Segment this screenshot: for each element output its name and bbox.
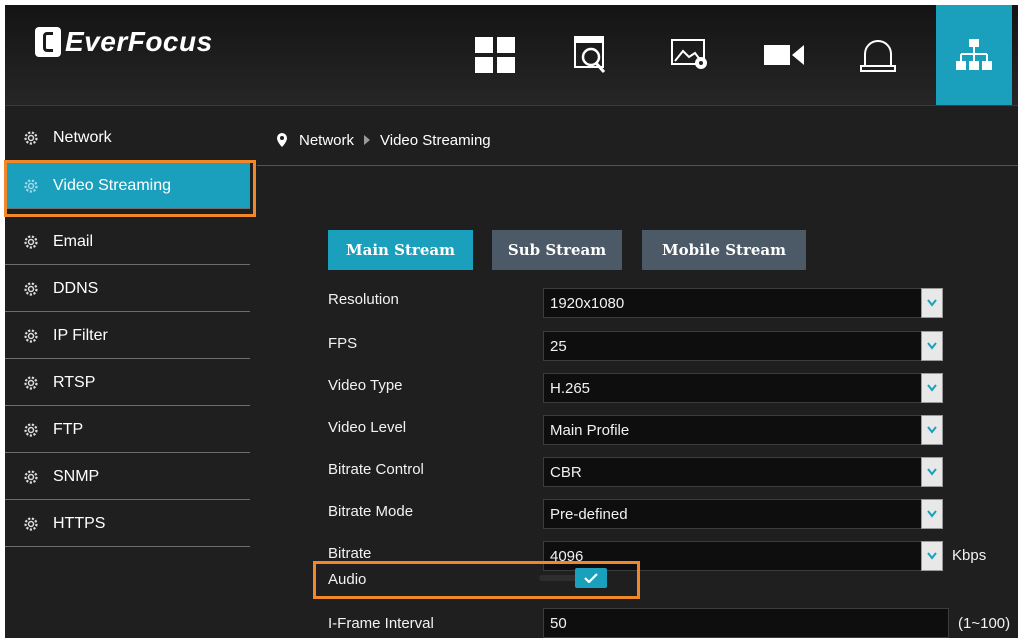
sidebar-item-ip-filter[interactable]: IP Filter bbox=[5, 313, 250, 359]
gear-icon bbox=[23, 130, 39, 146]
video-type-label: Video Type bbox=[328, 377, 403, 394]
sidebar-item-ftp[interactable]: FTP bbox=[5, 407, 250, 453]
sidebar-item-label: Email bbox=[53, 232, 94, 250]
sidebar-item-email[interactable]: Email bbox=[5, 219, 250, 265]
chevron-down-icon bbox=[927, 384, 937, 392]
gear-icon bbox=[23, 469, 39, 485]
video-level-dropdown-button[interactable] bbox=[921, 415, 943, 445]
video-level-select[interactable]: Main Profile bbox=[543, 415, 943, 445]
toggle-track bbox=[539, 575, 579, 581]
top-header: EverFocus bbox=[5, 5, 1018, 106]
gear-icon bbox=[23, 234, 39, 250]
chevron-down-icon bbox=[927, 552, 937, 560]
sidebar-item-label: FTP bbox=[53, 420, 84, 438]
gear-icon bbox=[23, 375, 39, 391]
video-level-label: Video Level bbox=[328, 419, 407, 436]
chevron-down-icon bbox=[927, 299, 937, 307]
sidebar-item-label: IP Filter bbox=[53, 326, 108, 344]
fps-label: FPS bbox=[328, 335, 358, 352]
sidebar-item-https[interactable]: HTTPS bbox=[5, 501, 250, 547]
breadcrumb-current: Video Streaming bbox=[380, 131, 491, 149]
sidebar-item-ddns[interactable]: DDNS bbox=[5, 266, 250, 312]
search-video-icon bbox=[574, 36, 606, 73]
fps-select[interactable]: 25 bbox=[543, 331, 943, 361]
breadcrumb-parent[interactable]: Network bbox=[299, 132, 354, 149]
logo-mark-icon bbox=[35, 27, 61, 57]
bitrate-control-value: CBR bbox=[550, 463, 582, 481]
gear-icon bbox=[23, 281, 39, 297]
bitrate-value: 4096 bbox=[550, 547, 584, 565]
tab-sub-stream[interactable]: Sub Stream bbox=[492, 230, 622, 270]
sidebar-item-snmp[interactable]: SNMP bbox=[5, 454, 250, 500]
bitrate-label: Bitrate bbox=[328, 545, 372, 562]
video-type-value: H.265 bbox=[550, 379, 591, 397]
tab-mobile-stream[interactable]: Mobile Stream bbox=[642, 230, 806, 270]
content-panel: Network Video Streaming Main Stream Sub … bbox=[257, 115, 1018, 638]
bitrate-unit: Kbps bbox=[952, 547, 987, 564]
sidebar-item-label: Video Streaming bbox=[53, 176, 171, 194]
sidebar-item-label: SNMP bbox=[53, 467, 100, 485]
gear-icon bbox=[23, 178, 39, 194]
tab-main-stream[interactable]: Main Stream bbox=[328, 230, 473, 270]
nav-playback[interactable] bbox=[553, 5, 629, 105]
chevron-down-icon bbox=[927, 468, 937, 476]
bitrate-control-label: Bitrate Control bbox=[328, 461, 424, 478]
chevron-down-icon bbox=[927, 510, 937, 518]
app-window: EverFocus Network Video Streaming Email … bbox=[5, 5, 1018, 638]
iframe-interval-label: I-Frame Interval bbox=[328, 615, 434, 632]
resolution-label: Resolution bbox=[328, 291, 399, 308]
sidebar: Network Video Streaming Email DDNS IP Fi… bbox=[5, 115, 250, 638]
brand-name: EverFocus bbox=[65, 26, 213, 57]
resolution-dropdown-button[interactable] bbox=[921, 288, 943, 318]
chevron-down-icon bbox=[927, 342, 937, 350]
bitrate-mode-value: Pre-defined bbox=[550, 505, 628, 523]
check-icon bbox=[575, 568, 607, 588]
nav-image[interactable] bbox=[653, 5, 729, 105]
nav-network[interactable] bbox=[936, 5, 1012, 105]
gear-icon bbox=[23, 422, 39, 438]
fps-value: 25 bbox=[550, 337, 567, 355]
video-type-dropdown-button[interactable] bbox=[921, 373, 943, 403]
bitrate-mode-select[interactable]: Pre-defined bbox=[543, 499, 943, 529]
sidebar-item-label: Network bbox=[53, 128, 112, 146]
network-icon bbox=[956, 39, 992, 70]
audio-label: Audio bbox=[328, 571, 367, 588]
breadcrumb: Network Video Streaming bbox=[257, 115, 1018, 166]
iframe-interval-value: 50 bbox=[550, 614, 567, 632]
sidebar-item-rtsp[interactable]: RTSP bbox=[5, 360, 250, 406]
grid-icon bbox=[475, 37, 515, 73]
camera-icon bbox=[764, 45, 804, 65]
gear-icon bbox=[23, 516, 39, 532]
location-pin-icon bbox=[277, 133, 287, 147]
fps-dropdown-button[interactable] bbox=[921, 331, 943, 361]
brand-logo: EverFocus bbox=[35, 25, 213, 59]
sidebar-item-network[interactable]: Network bbox=[5, 115, 250, 161]
breadcrumb-separator-icon bbox=[364, 135, 371, 145]
nav-camera[interactable] bbox=[746, 5, 822, 105]
image-settings-icon bbox=[671, 39, 707, 69]
sidebar-item-label: HTTPS bbox=[53, 514, 106, 532]
sidebar-item-label: RTSP bbox=[53, 373, 96, 391]
bitrate-dropdown-button[interactable] bbox=[921, 541, 943, 571]
resolution-value: 1920x1080 bbox=[550, 294, 625, 312]
sidebar-item-video-streaming[interactable]: Video Streaming bbox=[5, 163, 250, 209]
resolution-select[interactable]: 1920x1080 bbox=[543, 288, 943, 318]
nav-live-view[interactable] bbox=[457, 5, 533, 105]
iframe-interval-range: (1~100) bbox=[958, 615, 1011, 632]
alarm-bell-icon bbox=[860, 40, 896, 72]
gear-icon bbox=[23, 328, 39, 344]
bitrate-mode-dropdown-button[interactable] bbox=[921, 499, 943, 529]
audio-toggle[interactable] bbox=[539, 567, 609, 589]
sidebar-item-label: DDNS bbox=[53, 279, 99, 297]
video-type-select[interactable]: H.265 bbox=[543, 373, 943, 403]
bitrate-mode-label: Bitrate Mode bbox=[328, 503, 414, 520]
chevron-down-icon bbox=[927, 426, 937, 434]
nav-alarm[interactable] bbox=[840, 5, 916, 105]
iframe-interval-input[interactable]: 50 bbox=[543, 608, 949, 638]
bitrate-control-dropdown-button[interactable] bbox=[921, 457, 943, 487]
bitrate-control-select[interactable]: CBR bbox=[543, 457, 943, 487]
video-level-value: Main Profile bbox=[550, 421, 630, 439]
